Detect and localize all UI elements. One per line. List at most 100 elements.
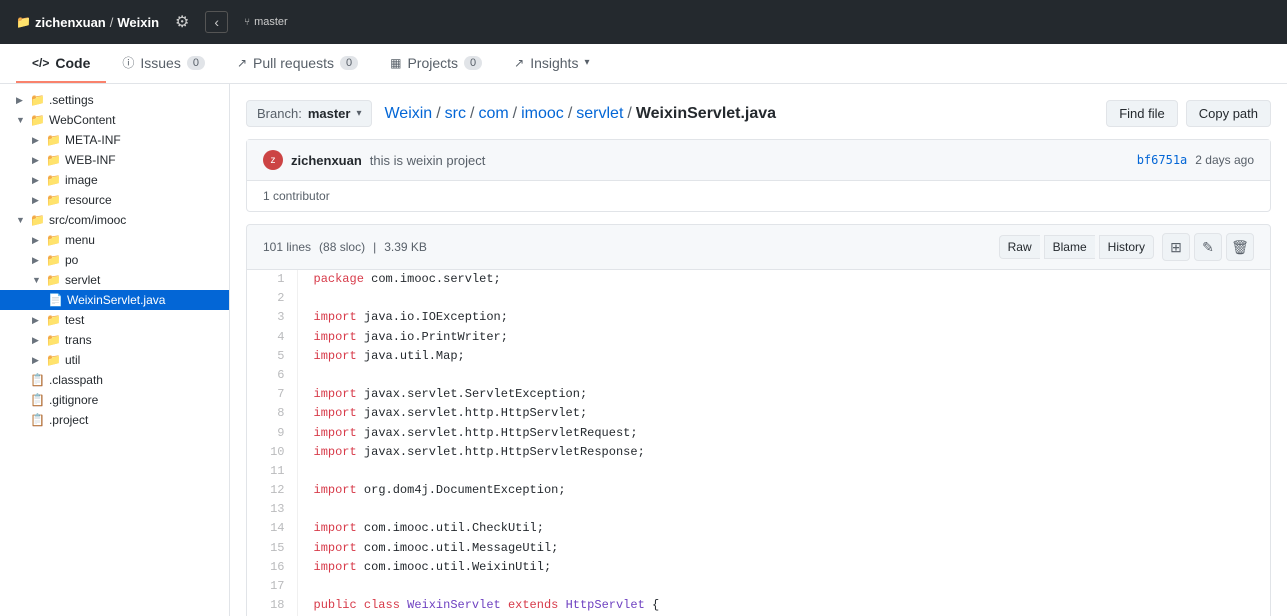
line-number[interactable]: 4	[247, 328, 297, 347]
line-number[interactable]: 12	[247, 481, 297, 500]
chevron-down-icon: ▼	[32, 275, 42, 285]
commit-meta: bf6751a 2 days ago	[1137, 153, 1254, 167]
list-item[interactable]: ▼ 📁 WebContent	[0, 110, 229, 130]
branch-select[interactable]: Branch: master ▾	[246, 100, 372, 127]
tree-label: src/com/imooc	[49, 213, 126, 227]
find-file-button[interactable]: Find file	[1106, 100, 1178, 127]
list-item[interactable]: ▶ 📁 META-INF	[0, 130, 229, 150]
line-number[interactable]: 15	[247, 539, 297, 558]
chevron-down-icon: ▼	[16, 215, 26, 225]
tree-label: util	[65, 353, 80, 367]
list-item[interactable]: ▶ 📁 resource	[0, 190, 229, 210]
gear-button[interactable]: ⚙	[171, 8, 193, 36]
breadcrumb-src[interactable]: src	[445, 105, 466, 123]
back-button[interactable]: ‹	[205, 11, 228, 33]
tree-label: .gitignore	[49, 393, 98, 407]
line-number[interactable]: 7	[247, 385, 297, 404]
sloc-info: (88 sloc)	[319, 240, 365, 254]
list-item[interactable]: 📋 .classpath	[0, 370, 229, 390]
list-item[interactable]: ▶ 📁 WEB-INF	[0, 150, 229, 170]
line-number[interactable]: 6	[247, 366, 297, 385]
blame-button[interactable]: Blame	[1044, 235, 1095, 259]
secondary-nav: </> Code ⓘ Issues 0 ↗ Pull requests 0 ▦ …	[0, 44, 1287, 84]
projects-badge: 0	[464, 56, 482, 70]
line-number[interactable]: 14	[247, 519, 297, 538]
breadcrumb-root[interactable]: Weixin	[384, 105, 432, 123]
list-item[interactable]: ▼ 📁 src/com/imooc	[0, 210, 229, 230]
commit-username[interactable]: zichenxuan	[291, 153, 362, 168]
delete-icon-button[interactable]: 🗑	[1226, 233, 1254, 261]
line-content: package com.imooc.servlet;	[297, 270, 1270, 289]
tree-label: menu	[65, 233, 95, 247]
tab-projects[interactable]: ▦ Projects 0	[374, 45, 498, 83]
main-layout: ▶ 📁 .settings ▼ 📁 WebContent ▶ 📁 META-IN…	[0, 84, 1287, 616]
list-item[interactable]: ▶ 📁 test	[0, 310, 229, 330]
display-icon-button[interactable]: ⊞	[1162, 233, 1190, 261]
list-item[interactable]: ▶ 📁 trans	[0, 330, 229, 350]
tab-issues[interactable]: ⓘ Issues 0	[106, 44, 221, 83]
folder-icon: 📁	[46, 233, 61, 247]
list-item[interactable]: ▼ 📁 servlet	[0, 270, 229, 290]
list-item[interactable]: ▶ 📁 image	[0, 170, 229, 190]
branch-ref: ⑂ master	[244, 16, 288, 28]
list-item[interactable]: ▶ 📁 po	[0, 250, 229, 270]
edit-icon-button[interactable]: ✎	[1194, 233, 1222, 261]
list-item[interactable]: 📋 .gitignore	[0, 390, 229, 410]
owner-link[interactable]: zichenxuan	[35, 15, 106, 30]
line-content	[297, 577, 1270, 596]
line-number[interactable]: 17	[247, 577, 297, 596]
tab-insights[interactable]: ↗ Insights ▾	[498, 45, 605, 83]
line-number[interactable]: 18	[247, 596, 297, 615]
commit-message: this is weixin project	[370, 153, 486, 168]
list-item[interactable]: 📋 .project	[0, 410, 229, 430]
raw-button[interactable]: Raw	[999, 235, 1040, 259]
tab-pullrequests[interactable]: ↗ Pull requests 0	[221, 45, 374, 83]
breadcrumb-sep: /	[513, 105, 517, 123]
history-button[interactable]: History	[1099, 235, 1154, 259]
tree-label: servlet	[65, 273, 100, 287]
line-number[interactable]: 2	[247, 289, 297, 308]
breadcrumb-com[interactable]: com	[478, 105, 508, 123]
commit-row: z zichenxuan this is weixin project bf67…	[247, 140, 1270, 181]
line-number[interactable]: 13	[247, 500, 297, 519]
folder-icon: 📁	[30, 213, 45, 227]
list-item[interactable]: ▶ 📁 .settings	[0, 90, 229, 110]
table-row: 13	[247, 500, 1270, 519]
table-row: 2	[247, 289, 1270, 308]
list-item[interactable]: ▶ 📁 menu	[0, 230, 229, 250]
repo-link[interactable]: Weixin	[117, 15, 159, 30]
tree-label: .classpath	[49, 373, 103, 387]
chevron-right-icon: ▶	[32, 255, 42, 266]
chevron-right-icon: ▶	[32, 175, 42, 186]
breadcrumb-servlet[interactable]: servlet	[576, 105, 623, 123]
tab-pr-label: Pull requests	[253, 55, 334, 71]
folder-icon: 📁	[46, 353, 61, 367]
line-content: import org.dom4j.DocumentException;	[297, 481, 1270, 500]
chevron-right-icon: ▶	[32, 235, 42, 246]
file2-icon: 📋	[30, 373, 45, 387]
list-item[interactable]: ▶ 📁 util	[0, 350, 229, 370]
chevron-right-icon: ▶	[32, 135, 42, 146]
commit-sha[interactable]: bf6751a	[1137, 153, 1188, 167]
lines-count: 101 lines	[263, 240, 311, 254]
line-number[interactable]: 5	[247, 347, 297, 366]
copy-path-button[interactable]: Copy path	[1186, 100, 1271, 127]
file-icon: 📄	[48, 293, 63, 307]
line-number[interactable]: 9	[247, 424, 297, 443]
table-row: 15import com.imooc.util.MessageUtil;	[247, 539, 1270, 558]
branch-select-label: Branch:	[257, 106, 302, 121]
file-size: |	[373, 240, 376, 254]
line-number[interactable]: 16	[247, 558, 297, 577]
list-item[interactable]: 📄 WeixinServlet.java	[0, 290, 229, 310]
folder-icon: 📁	[30, 113, 45, 127]
branch-name: master	[254, 16, 288, 28]
breadcrumb-imooc[interactable]: imooc	[521, 105, 564, 123]
tab-code[interactable]: </> Code	[16, 45, 106, 83]
line-number[interactable]: 11	[247, 462, 297, 481]
line-number[interactable]: 3	[247, 308, 297, 327]
table-row: 1package com.imooc.servlet;	[247, 270, 1270, 289]
line-number[interactable]: 8	[247, 404, 297, 423]
line-number[interactable]: 1	[247, 270, 297, 289]
breadcrumb-sep: /	[568, 105, 572, 123]
line-number[interactable]: 10	[247, 443, 297, 462]
